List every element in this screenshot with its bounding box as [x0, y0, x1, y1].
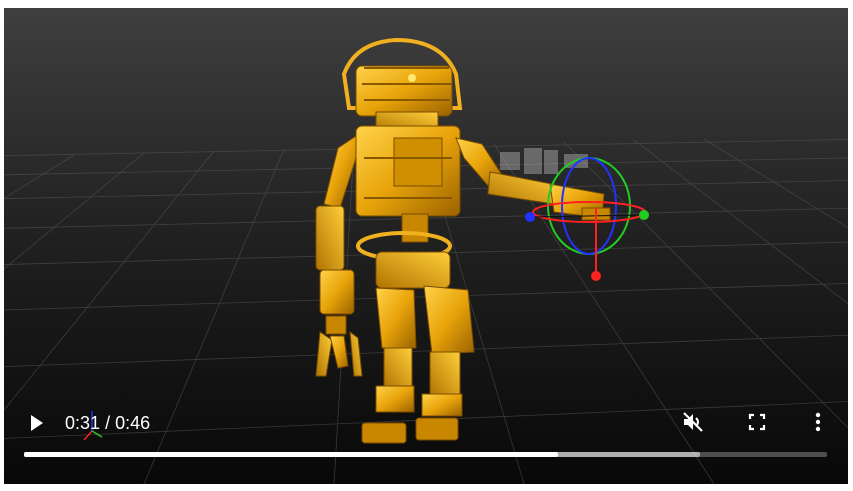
fullscreen-button[interactable] — [745, 410, 769, 434]
more-vert-icon — [815, 412, 821, 432]
time-display: 0:31 / 0:46 — [65, 412, 150, 434]
time-separator: / — [105, 413, 111, 433]
current-time: 0:31 — [65, 413, 101, 433]
progress-bar[interactable] — [24, 452, 827, 457]
fullscreen-icon — [748, 413, 766, 431]
play-icon — [31, 415, 43, 431]
video-player[interactable]: 0:31 / 0:46 — [4, 8, 848, 484]
duration: 0:46 — [115, 413, 151, 433]
mute-button[interactable] — [680, 409, 706, 435]
play-button[interactable] — [24, 411, 48, 435]
more-options-button[interactable] — [806, 410, 830, 434]
progress-played — [24, 452, 558, 457]
volume-muted-icon — [683, 412, 703, 432]
